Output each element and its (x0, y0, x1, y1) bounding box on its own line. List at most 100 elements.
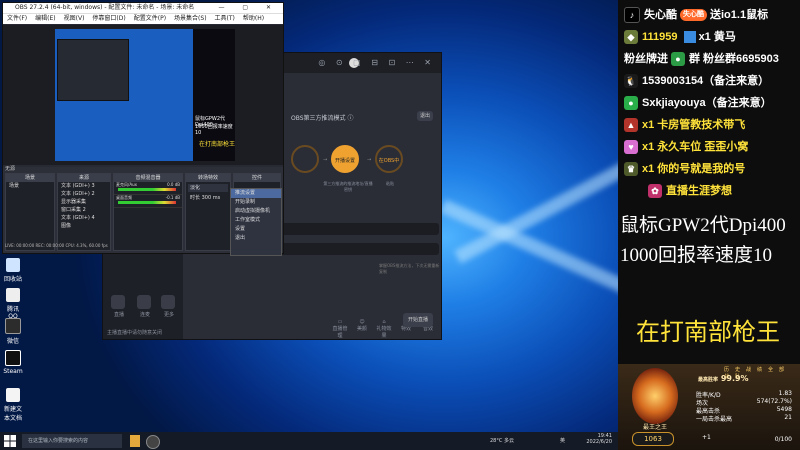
desktop-icon-qq[interactable]: 腾讯QQ (3, 288, 23, 320)
preview-overlay: 鼠标GPW2代Dpi400 1000回报率速度10 在打南部枪王 (193, 29, 235, 161)
desktop: 回收站 腾讯QQ 微信 Steam 新建文本文档 ◎ ⊙ ▢ ⊟ ⊡ ⋯ ✕ 直… (0, 0, 618, 432)
group-icon: ● (671, 52, 685, 67)
windows-start-icon[interactable] (4, 435, 16, 447)
sidebar-item-label: 直播 (113, 312, 124, 318)
menu-profile[interactable]: 配置文件(P) (134, 15, 166, 22)
source-item[interactable]: 图像 (58, 222, 110, 230)
gift-icon: ✿ (648, 184, 662, 199)
footer-note: 主播直播中请勿随意关闭 (107, 330, 163, 336)
window-controls[interactable]: — ▢ ✕ (218, 3, 279, 13)
stat-value: 1.83 (778, 390, 792, 397)
file-explorer-icon[interactable] (130, 435, 140, 447)
track-level: 0.0 dB (167, 182, 180, 187)
transitions-dock: 转场特效 淡化 时长 300 ms (185, 173, 231, 251)
server-url-field[interactable] (279, 223, 439, 235)
volume-icon[interactable]: ◁)声音 (441, 319, 442, 332)
source-item[interactable]: 文本 (GDI+) 2 (58, 190, 110, 198)
step-caption: 粘贴 (386, 181, 394, 186)
fan-badge: 失心酷 (680, 9, 707, 22)
system-clock[interactable]: 19:41 2022/6/20 (586, 433, 612, 445)
desktop-icon-wechat[interactable]: 微信 (3, 318, 23, 345)
desktop-icon-steam[interactable]: Steam (3, 350, 23, 375)
sidebar-item-live[interactable] (111, 295, 125, 309)
tool-label: 直播管理 (332, 326, 348, 339)
desktop-icon-label: Steam (3, 368, 23, 375)
desktop-icon-notepad[interactable]: 新建文本文档 (3, 388, 23, 422)
track-level: -0.1 dB (165, 195, 180, 200)
tool-manage[interactable]: ▭ 直播管理 (331, 319, 349, 339)
menu-help[interactable]: 帮助(H) (243, 15, 264, 22)
menu-item-start-recording[interactable]: 开始录制 (231, 198, 281, 207)
fan-icon: ◆ (624, 30, 638, 45)
stream-key-field[interactable] (279, 243, 439, 255)
mixer-track[interactable]: 麦克风/Aux 0.0 dB (114, 182, 182, 195)
help-icon[interactable]: ⓘ (347, 115, 353, 122)
tool-gift[interactable]: ⌂ 礼物效果 (375, 319, 393, 339)
duration-label: 时长 (190, 195, 201, 201)
rank-stats: 胜率/K/D 1.83 场次 574(72.7%) 最高击杀 5498 一局击杀最高 2… (696, 390, 796, 423)
preview-line: 1000回报率速度10 (195, 124, 233, 136)
menu-scene-collection[interactable]: 场景集合(S) (174, 15, 207, 22)
preview-line: 在打南部枪王 (199, 141, 235, 148)
rank-score: 1063 (632, 432, 674, 446)
dock-header: 来源 (58, 174, 110, 182)
sidebar-item-more[interactable] (161, 295, 175, 309)
menu-docks[interactable]: 停靠窗口(D) (92, 15, 125, 22)
overlay-text: x1 黄马 (698, 31, 736, 43)
scene-item[interactable]: 场景 (6, 182, 54, 190)
rank-tab[interactable]: 全部 (768, 367, 790, 373)
mixer-track[interactable]: 桌面音频 -0.1 dB (114, 195, 182, 208)
weather-widget[interactable]: 28°C 多云 (490, 437, 514, 444)
duration-input[interactable]: 300 ms (202, 195, 221, 201)
source-item[interactable]: 文本 (GDI+) 4 (58, 214, 110, 222)
taskbar: 在这里输入你要搜索的内容 28°C 多云 英 19:41 2022/6/20 (0, 432, 618, 450)
heading-text: OBS第三方推流模式 (291, 115, 346, 122)
menu-item-virtual-cam[interactable]: 启动虚拟摄像机 (231, 207, 281, 216)
menu-edit[interactable]: 编辑(E) (35, 15, 55, 22)
overlay-row: 🐧 1539003154（备注来意） (624, 72, 769, 90)
overlay-row: 粉丝牌进 ● 群 粉丝群6695903 (624, 50, 779, 68)
stream-overlay: ♪ 失心酷 失心酷 送io1.1鼠标 ◆ 111959 x1 黄马 粉丝牌进 ● 群 粉丝群… (618, 0, 800, 450)
source-item[interactable]: 文本 (GDI+) 3 (58, 182, 110, 190)
crown-icon: ♛ (624, 162, 638, 177)
overlay-row: ♪ 失心酷 失心酷 送io1.1鼠标 (624, 6, 768, 24)
desktop-icon-label: 回收站 (3, 276, 22, 283)
menu-view[interactable]: 视图(V) (64, 15, 85, 22)
rank-tab[interactable]: 历史战绩 (724, 367, 768, 373)
dock-header: 音频混音器 (114, 174, 182, 182)
step-arrow: → (323, 157, 328, 163)
ime-indicator[interactable]: 英 (560, 437, 565, 444)
menu-tools[interactable]: 工具(T) (215, 15, 235, 22)
menu-item-studio-mode[interactable]: 工作室模式 (231, 216, 281, 225)
source-item[interactable]: 显示器采集 (58, 198, 110, 206)
menu-item-exit[interactable]: 退出 (231, 234, 281, 243)
taskbar-search[interactable]: 在这里输入你要搜索的内容 (22, 434, 122, 448)
tool-beauty[interactable]: ☺ 美颜 (353, 319, 371, 332)
window-controls[interactable]: ◎ ⊙ ▢ ⊟ ⊡ ⋯ ✕ (318, 58, 435, 67)
menu-item-settings[interactable]: 设置 (231, 225, 281, 234)
obs-preview[interactable]: 鼠标GPW2代Dpi400 1000回报率速度10 在打南部枪王 (3, 25, 283, 165)
exit-mode-button[interactable]: 退出 (417, 111, 433, 121)
desktop-icon-label: 微信 (6, 338, 19, 345)
obs-title: OBS 27.2.4 (64-bit, windows) - 配置文件: 未命名… (15, 4, 195, 11)
source-item[interactable]: 窗口采集 2 (58, 206, 110, 214)
mouse-spec-line-2: 1000回报率速度10 (620, 245, 773, 266)
duration-row: 时长 300 ms (188, 194, 228, 202)
obs-taskbar-icon[interactable] (146, 435, 160, 449)
overlay-row: ◆ 111959 x1 黄马 (624, 28, 736, 46)
sources-dock: 来源 文本 (GDI+) 3 文本 (GDI+) 2 显示器采集 窗口采集 2 … (57, 173, 111, 251)
sidebar-item-link[interactable] (137, 295, 151, 309)
win-rate-value: 99.9% (720, 374, 749, 383)
desktop-icon-label: 新建文本文档 (3, 406, 22, 422)
start-live-button[interactable]: 开始直播 (403, 313, 433, 327)
menu-file[interactable]: 文件(F) (7, 15, 27, 22)
rank-card: 最王之王 历史战绩全部战队 最高胜率 99.9% 胜率/K/D 1.83 场次 57… (618, 364, 800, 450)
stat-value: 21 (784, 414, 792, 421)
transition-select[interactable]: 淡化 (188, 184, 228, 192)
desktop-icon-recycle[interactable]: 回收站 (3, 258, 23, 283)
tiktok-icon: ♪ (624, 7, 640, 24)
stat-row: 一局击杀最高 21 (696, 414, 796, 423)
menu-item-stream-settings[interactable]: 推流设置 (231, 189, 281, 198)
overlay-row: ▲ x1 卡房管教技术带飞 (624, 116, 745, 134)
overlay-text: Sxkjiayouya（备注来意） (642, 97, 772, 109)
